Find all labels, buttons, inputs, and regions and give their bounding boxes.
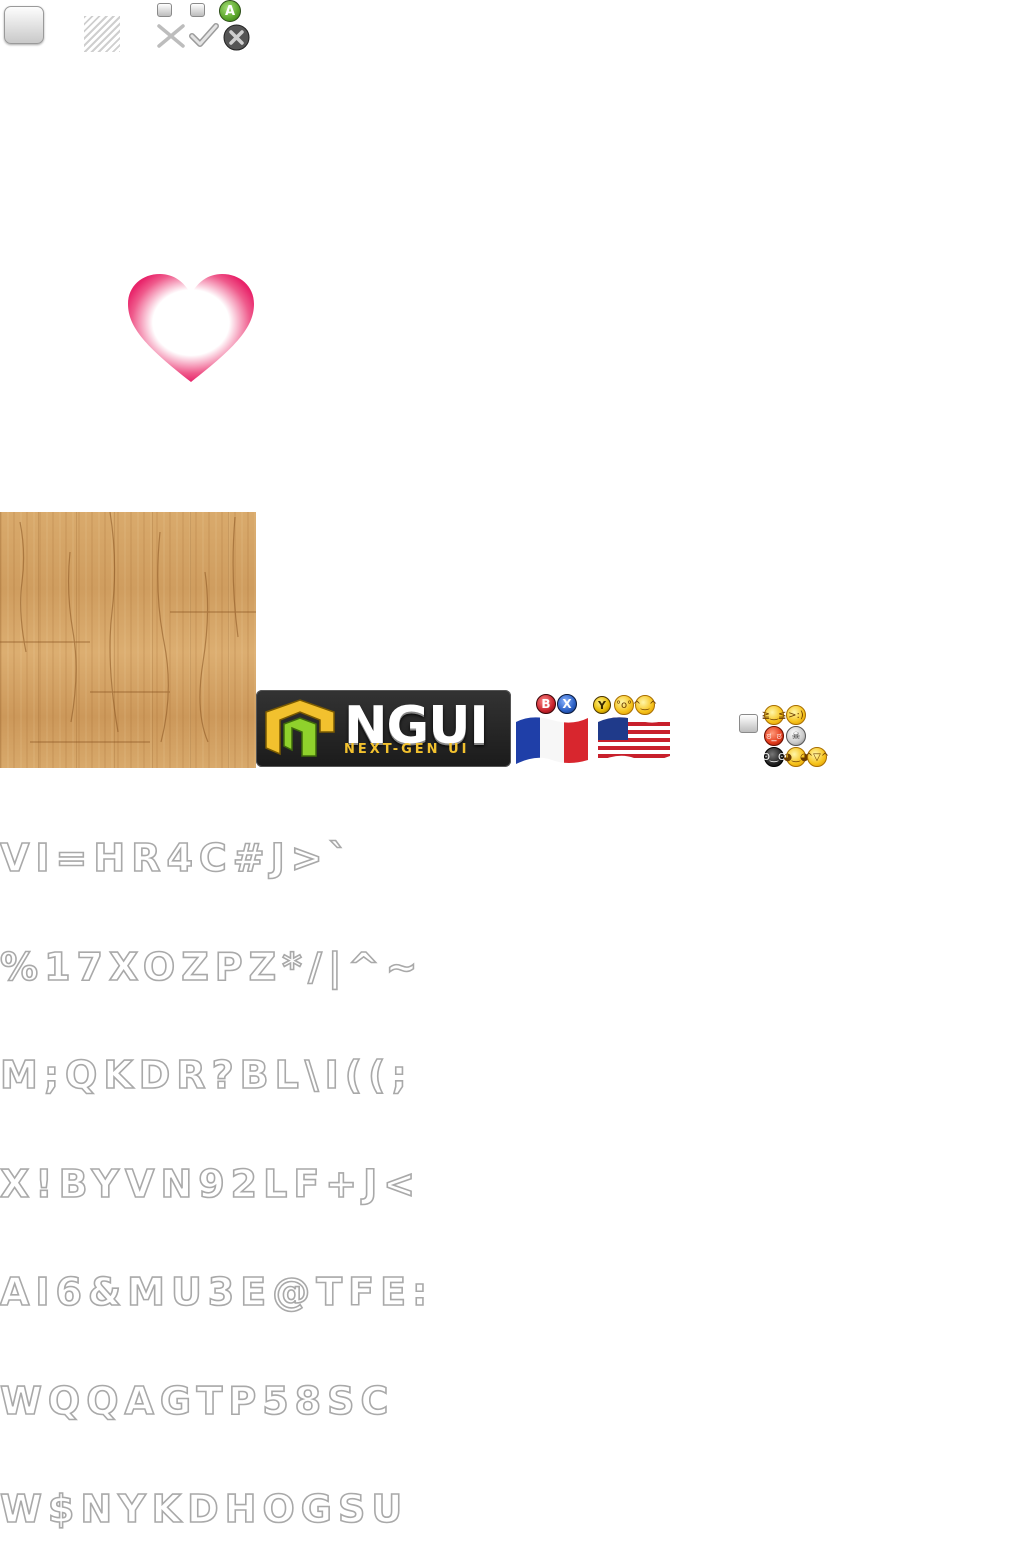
font-row: %17XOZPZ*/|^~ [0,944,424,989]
grin-smiley-icon: ≧‿≦ [762,705,786,725]
heart-icon [128,274,254,382]
button-a-icon: A [219,0,241,22]
hatch-pattern [84,16,120,52]
font-row: W$NYKDHOGSU [0,1487,409,1531]
check-mark-icon [189,23,219,47]
checkbox-sprite [157,3,172,17]
font-row: M;QKDR?BL\I((; [0,1053,413,1097]
usa-flag-icon [598,717,670,763]
checkbox-sprite [739,714,758,733]
france-flag-icon [516,717,588,765]
monster-smiley-icon: ʘ‿ʘ [762,747,786,767]
close-circle-icon [223,24,250,51]
button-y-icon: Y [593,696,611,714]
font-row: AI6&MU3E@TFE: [0,1270,434,1314]
ngui-logo: NGUI NEXT-GEN UI [256,690,511,767]
angry-smiley-icon: ಠ_ಠ [764,726,784,746]
devil-smiley-icon: >:) [786,705,806,725]
logo-subtitle: NEXT-GEN UI [344,742,470,757]
checkbox-sprite [190,3,205,17]
surprised-smiley-icon: °o° [614,695,634,715]
font-row: X!BYVN92LF+J< [0,1161,422,1206]
logo-emblem-icon [265,699,335,757]
happy-smiley-icon: ◕‿◕ [783,747,809,767]
laugh-smiley-icon: ^▽^ [805,747,829,767]
button-sprite [4,6,44,44]
wink-smiley-icon: ^‿^ [633,695,657,715]
wood-texture [0,512,256,768]
wood-grain-lines [0,512,256,743]
font-row: WQQAGTP58SC [0,1378,395,1423]
font-glyph-sheet: VI=HR4C#J>` %17XOZPZ*/|^~ M;QKDR?BL\I((;… [0,768,512,1528]
skull-icon: ☠ [786,726,806,746]
button-x-icon: X [557,694,577,714]
x-mark-icon [156,23,186,49]
font-row: VI=HR4C#J>` [0,836,354,880]
button-b-icon: B [536,694,556,714]
